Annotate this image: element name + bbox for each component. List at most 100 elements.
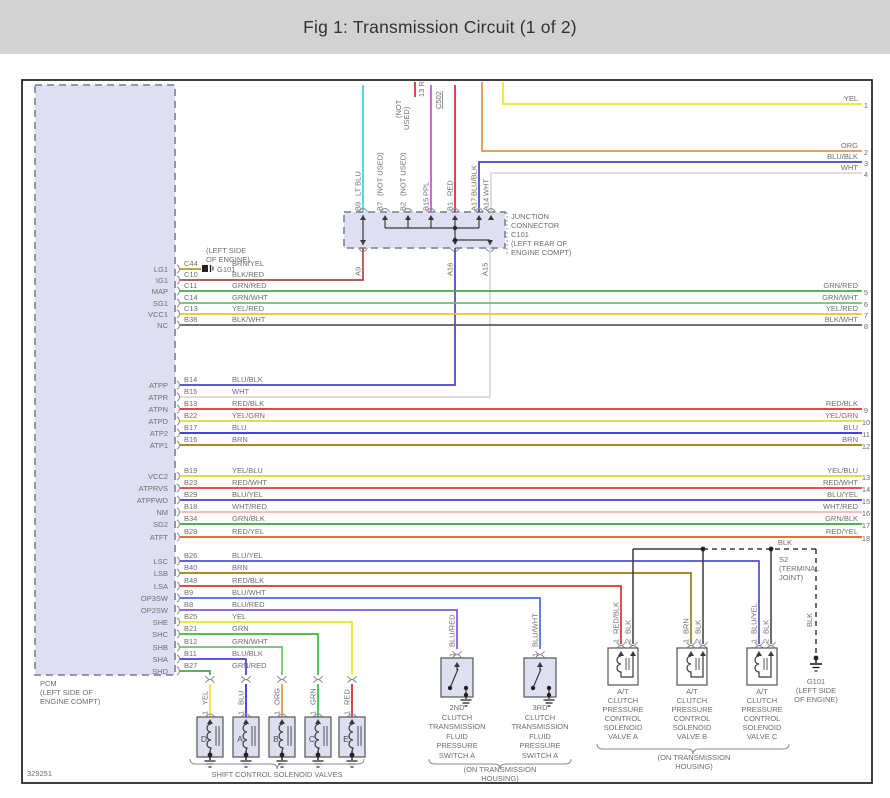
location-note: HOUSING): [675, 762, 713, 771]
pin-label: 1: [682, 639, 691, 643]
signal-label: SHD: [152, 667, 168, 676]
wire-color-label: BLU: [843, 423, 858, 432]
pin-label: B19: [184, 466, 197, 475]
pin-label: B17: [184, 423, 197, 432]
wire-color-label: BLK: [694, 620, 703, 634]
wire-color-label: YEL/RED: [826, 304, 859, 313]
wire-color-label: GRN/BLK: [825, 514, 858, 523]
location-note: (ON TRANSMISSION: [658, 753, 731, 762]
pin-label: 1: [612, 639, 621, 643]
valve-letter: D: [201, 734, 207, 744]
wire-color-label: GRN: [232, 624, 249, 633]
component-caption: FLUID: [446, 732, 468, 741]
wiring-diagram-page: Fig 1: Transmission Circuit (1 of 2) LG1…: [0, 0, 890, 798]
wiring-diagram-svg: LG1 C44 BRN/YEL IG1 C10 BLK/RED MAP C11 …: [21, 79, 873, 784]
component-caption: SOLENOID: [743, 723, 782, 732]
terminal-number: 6: [864, 300, 868, 309]
terminal-number: 14: [862, 485, 870, 494]
wire-color-label: GRN: [309, 688, 318, 705]
pin-label: B12: [184, 637, 197, 646]
wire-color-label: BLU/BLK: [232, 649, 263, 658]
terminal-number: 7: [864, 311, 868, 320]
component-caption: PRESSURE: [436, 741, 477, 750]
signal-label: SHB: [153, 643, 168, 652]
pin-label: 1: [237, 711, 246, 715]
component-caption: VALVE C: [747, 732, 778, 741]
signal-label: OP2SW: [141, 606, 169, 615]
connector-label: C502: [434, 91, 443, 109]
wire-color-label: BLU/BLK: [827, 152, 858, 161]
signal-label: MAP: [152, 287, 168, 296]
pin-label: A17: [470, 198, 479, 211]
component-caption: VALVE A: [608, 732, 638, 741]
signal-label: ATPN: [149, 405, 168, 414]
pin-label: B22: [184, 411, 197, 420]
signal-label: ATP1: [150, 441, 168, 450]
valve-letter: C: [309, 734, 315, 744]
note-label: (LEFT SIDE: [206, 246, 246, 255]
caption-line: (LEFT REAR OF: [511, 239, 568, 248]
wire-color-label: BRN: [682, 618, 691, 634]
pin-label: B16: [184, 435, 197, 444]
wire-color-label: RED/BLK: [612, 602, 621, 634]
caption-line: C101: [511, 230, 529, 239]
wire-color-label: BLK/WHT: [825, 315, 859, 324]
signal-label: NM: [156, 508, 168, 517]
component-caption: PRESSURE: [519, 741, 560, 750]
wire-color-label: WHT: [232, 387, 249, 396]
pin-label: 2: [762, 639, 771, 643]
wire-color-label: BRN: [232, 435, 248, 444]
signal-label: OP3SW: [141, 594, 169, 603]
valve-letter: A: [237, 734, 243, 744]
note-label: OF ENGINE): [206, 255, 250, 264]
pin-label: B38: [184, 315, 197, 324]
pin-label: C44: [184, 259, 198, 268]
pin-label: C10: [184, 270, 198, 279]
wire-color-label: BLU: [237, 690, 246, 705]
pin-label: B23: [184, 478, 197, 487]
valve-letter: E: [343, 734, 349, 744]
component-caption: TRANSMISSION: [428, 722, 485, 731]
signal-label: SHE: [153, 618, 168, 627]
terminal-number: 11: [862, 430, 870, 439]
component-caption: SWITCH A: [522, 751, 558, 760]
component-caption: CONTROL: [605, 714, 642, 723]
wire-color-label: YEL/RED: [232, 304, 265, 313]
pin-label: B2: [399, 202, 408, 211]
signal-label: IG1: [156, 276, 168, 285]
wire-color-label: GRN/BLK: [232, 514, 265, 523]
location-note: HOUSING): [481, 774, 519, 783]
component-caption: FLUID: [529, 732, 551, 741]
wire-color-label: BLK: [778, 538, 792, 547]
ground-label: G101: [807, 677, 825, 686]
wire-color-label: WHT/RED: [232, 502, 268, 511]
note-label: OF ENGINE): [794, 695, 838, 704]
wire-color-label: BLK: [762, 620, 771, 634]
location-note: (ON TRANSMISSION: [464, 765, 537, 774]
pin-label: C13: [184, 304, 198, 313]
pin-label: B34: [184, 514, 197, 523]
signal-label: LG1: [154, 265, 168, 274]
component-caption: PRESSURE: [602, 705, 643, 714]
wire-color-label: BLK/WHT: [232, 315, 266, 324]
wire-color-label: LT BLU: [354, 171, 363, 196]
component-caption: CLUTCH: [525, 713, 555, 722]
pin-label: A14: [482, 198, 491, 211]
component-caption: A/T: [617, 687, 629, 696]
terminal-number: 17: [862, 521, 870, 530]
terminal-number: 12: [862, 442, 870, 451]
pin-label: A15: [481, 263, 490, 276]
pin-label: 1: [309, 711, 318, 715]
pin-label: B13: [184, 399, 197, 408]
component-caption: A/T: [686, 687, 698, 696]
wire-color-label: YEL/BLU: [232, 466, 263, 475]
signal-label: NC: [157, 321, 168, 330]
wire-color-label: YEL/GRN: [232, 411, 265, 420]
pin-label: B15: [422, 198, 431, 211]
wire-color-label: BLU/RED: [448, 614, 457, 647]
wire-color-label: YEL: [844, 94, 858, 103]
component-caption: CONTROL: [674, 714, 711, 723]
pin-label: C14: [184, 293, 198, 302]
component-caption: A/T: [756, 687, 768, 696]
wire-color-label: BLU: [232, 423, 247, 432]
